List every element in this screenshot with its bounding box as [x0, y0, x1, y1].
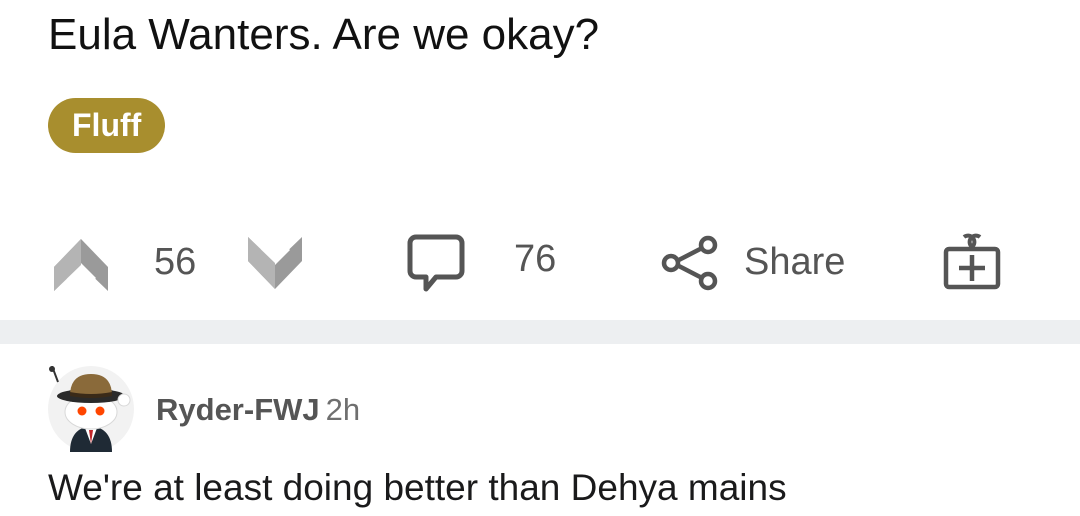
share-icon[interactable]: [660, 233, 720, 293]
comment-meta: Ryder-FWJ 2h: [156, 390, 360, 430]
gift-award-icon[interactable]: [942, 231, 1002, 293]
comment: Ryder-FWJ 2h We're at least doing better …: [0, 344, 1080, 516]
share-label[interactable]: Share: [744, 238, 845, 286]
section-divider: [0, 320, 1080, 344]
post-title[interactable]: Eula Wanters. Are we okay?: [48, 4, 599, 66]
comment-count: 76: [514, 238, 557, 280]
snoo-avatar-icon[interactable]: [48, 366, 134, 452]
post-card: Eula Wanters. Are we okay? Fluff 56 76 S…: [0, 0, 1080, 320]
downvote-arrow-icon[interactable]: [244, 233, 306, 293]
comment-bubble-icon[interactable]: [406, 233, 466, 293]
vote-score: 56: [154, 241, 197, 283]
post-action-bar: 56 76 Share: [0, 225, 1080, 297]
post-flair[interactable]: Fluff: [48, 98, 166, 153]
comment-timestamp: 2h: [325, 392, 361, 427]
upvote-arrow-icon[interactable]: [50, 233, 112, 293]
comment-body: We're at least doing better than Dehya m…: [48, 467, 787, 508]
comment-username[interactable]: Ryder-FWJ: [156, 392, 320, 427]
